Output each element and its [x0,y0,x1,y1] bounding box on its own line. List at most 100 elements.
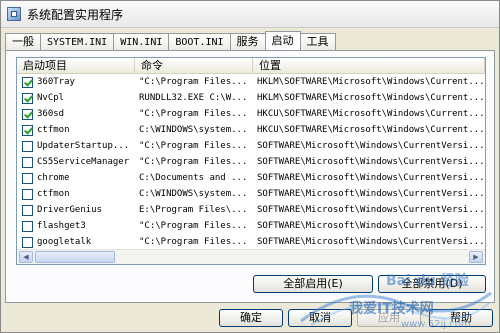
scroll-right-icon[interactable]: ▶ [469,251,483,263]
item-cell: googletalk [17,236,135,248]
column-header-command[interactable]: 命令 [135,58,253,73]
checkbox-unchecked-icon[interactable] [22,188,33,200]
startup-item-name: ctfmon [37,189,70,199]
checkbox-checked-icon[interactable] [22,76,33,88]
location-cell: HKLM\SOFTWARE\Microsoft\Windows\Current.… [257,77,485,87]
table-row[interactable]: ctfmon C:\WINDOWS\system... HKCU\SOFTWARE\… [17,122,485,138]
item-cell: chrome [17,172,135,184]
tab-strip: 一般 SYSTEM.INI WIN.INI BOOT.INI 服务 启动 工具 [5,31,336,50]
item-cell: ctfmon [17,188,135,200]
startup-item-name: CS5ServiceManager [37,157,130,167]
item-cell: DriverGenius [17,204,135,216]
checkbox-checked-icon[interactable] [22,92,33,104]
tab-system-ini[interactable]: SYSTEM.INI [40,33,115,50]
location-cell: HKLM\SOFTWARE\Microsoft\Windows\Current.… [257,93,485,103]
startup-item-name: ctfmon [37,125,70,135]
location-cell: SOFTWARE\Microsoft\Windows\CurrentVersi.… [257,237,485,247]
apply-button[interactable]: 应用 [357,309,421,327]
tab-general[interactable]: 一般 [5,33,41,50]
table-row[interactable]: CS5ServiceManager "C:\Program Files... SOF… [17,154,485,170]
startup-item-name: NvCpl [37,93,65,103]
table-row[interactable]: UpdaterStartup... "C:\Program Files... SOF… [17,138,485,154]
tab-label: 工具 [306,35,329,48]
ok-button[interactable]: 确定 [219,309,283,327]
startup-panel: 启动项目 命令 位置 360Tray "C:\Program Files... HK… [5,50,495,303]
tab-label: 启动 [271,34,294,47]
tab-services[interactable]: 服务 [229,33,266,50]
tab-startup[interactable]: 启动 [264,31,301,50]
system-config-window: 系统配置实用程序 一般 SYSTEM.INI WIN.INI BOOT.INI … [0,0,500,333]
item-cell: CS5ServiceManager [17,156,135,168]
command-cell: E:\Program Files\... [139,205,248,215]
command-cell: "C:\Program Files... [139,157,248,167]
title-bar: 系统配置实用程序 [1,1,499,28]
command-cell: C:\WINDOWS\system... [139,189,248,199]
command-cell: "C:\Program Files... [139,109,248,119]
list-header: 启动项目 命令 位置 [17,58,485,74]
horizontal-scrollbar[interactable]: ◀ ▶ [17,249,485,264]
app-icon [7,7,21,21]
table-row[interactable]: NvCpl RUNDLL32.EXE C:\W... HKLM\SOFTWARE\M… [17,90,485,106]
tab-label: SYSTEM.INI [47,37,108,48]
table-row[interactable]: googletalk "C:\Program Files... SOFTWARE\M… [17,234,485,250]
table-row[interactable]: DriverGenius E:\Program Files\... SOFTWARE… [17,202,485,218]
checkbox-unchecked-icon[interactable] [22,156,33,168]
tab-win-ini[interactable]: WIN.INI [113,33,170,50]
location-cell: SOFTWARE\Microsoft\Windows\CurrentVersi.… [257,189,485,199]
checkbox-unchecked-icon[interactable] [22,204,33,216]
startup-item-name: UpdaterStartup... [37,141,130,151]
list-rows: 360Tray "C:\Program Files... HKLM\SOFTWARE… [17,74,485,264]
column-header-item[interactable]: 启动项目 [17,58,135,73]
command-cell: C:\Documents and ... [139,173,248,183]
checkbox-unchecked-icon[interactable] [22,220,33,232]
startup-item-name: 360Tray [37,77,75,87]
command-cell: "C:\Program Files... [139,237,248,247]
startup-list[interactable]: 启动项目 命令 位置 360Tray "C:\Program Files... HK… [16,57,486,265]
tab-label: 一般 [12,35,34,48]
checkbox-checked-icon[interactable] [22,124,33,136]
command-cell: C:\WINDOWS\system... [139,125,248,135]
help-button[interactable]: 帮助 [429,309,493,327]
item-cell: 360Tray [17,76,135,88]
tab-label: WIN.INI [120,37,163,48]
table-row[interactable]: flashget3 "C:\Program Files... SOFTWARE\Mi… [17,218,485,234]
location-cell: HKCU\SOFTWARE\Microsoft\Windows\Current.… [257,109,485,119]
checkbox-unchecked-icon[interactable] [22,172,33,184]
location-cell: HKCU\SOFTWARE\Microsoft\Windows\Current.… [257,125,485,135]
location-cell: SOFTWARE\Microsoft\Windows\CurrentVersi.… [257,173,485,183]
table-row[interactable]: chrome C:\Documents and ... SOFTWARE\Micro… [17,170,485,186]
item-cell: UpdaterStartup... [17,140,135,152]
startup-item-name: googletalk [37,237,92,247]
scroll-thumb[interactable] [35,251,115,263]
command-cell: RUNDLL32.EXE C:\W... [139,93,248,103]
location-cell: SOFTWARE\Microsoft\Windows\CurrentVersi.… [257,141,485,151]
tab-label: BOOT.INI [175,37,224,48]
table-row[interactable]: 360sd "C:\Program Files... HKCU\SOFTWARE\M… [17,106,485,122]
tab-label: 服务 [236,35,259,48]
disable-all-button[interactable]: 全部禁用(D) [378,275,486,293]
column-header-location[interactable]: 位置 [253,58,485,73]
command-cell: "C:\Program Files... [139,141,248,151]
startup-item-name: chrome [37,173,70,183]
startup-item-name: DriverGenius [37,205,103,215]
startup-item-name: flashget3 [37,221,86,231]
table-row[interactable]: ctfmon C:\WINDOWS\system... SOFTWARE\Micro… [17,186,485,202]
checkbox-unchecked-icon[interactable] [22,236,33,248]
startup-item-name: 360sd [37,109,65,119]
cancel-button[interactable]: 取消 [288,309,352,327]
scroll-left-icon[interactable]: ◀ [19,251,33,263]
window-title: 系统配置实用程序 [27,7,124,22]
enable-all-button[interactable]: 全部启用(E) [253,275,373,293]
location-cell: SOFTWARE\Microsoft\Windows\CurrentVersi.… [257,157,485,167]
item-cell: NvCpl [17,92,135,104]
location-cell: SOFTWARE\Microsoft\Windows\CurrentVersi.… [257,205,485,215]
checkbox-unchecked-icon[interactable] [22,140,33,152]
checkbox-checked-icon[interactable] [22,108,33,120]
location-cell: SOFTWARE\Microsoft\Windows\CurrentVersi.… [257,221,485,231]
tab-boot-ini[interactable]: BOOT.INI [168,33,231,50]
tab-tools[interactable]: 工具 [299,33,336,50]
item-cell: flashget3 [17,220,135,232]
table-row[interactable]: 360Tray "C:\Program Files... HKLM\SOFTWARE… [17,74,485,90]
item-cell: 360sd [17,108,135,120]
command-cell: "C:\Program Files... [139,77,248,87]
